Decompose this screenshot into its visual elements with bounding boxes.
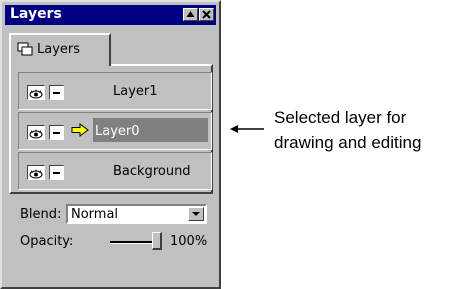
tab-layers[interactable]: Layers — [9, 33, 111, 66]
lock-toggle[interactable] — [49, 125, 64, 140]
callout-line-2: drawing and editing — [274, 133, 422, 152]
layer-row-layer0[interactable]: Layer0 — [18, 112, 212, 150]
current-layer-arrow-icon — [71, 123, 89, 137]
eye-icon — [29, 169, 43, 179]
eye-icon — [29, 89, 43, 99]
visibility-toggle[interactable] — [27, 125, 45, 140]
callout-arrow-icon — [230, 125, 264, 133]
close-button[interactable] — [199, 8, 214, 21]
layer-name: Layer1 — [113, 84, 158, 99]
lock-toggle[interactable] — [49, 165, 64, 180]
window-title: Layers — [10, 6, 62, 22]
opacity-label: Opacity: — [20, 234, 74, 249]
close-icon — [202, 10, 211, 19]
eye-icon — [29, 129, 43, 139]
chevron-down-icon[interactable] — [188, 207, 204, 221]
callout-line-1: Selected layer for — [274, 108, 407, 127]
lock-toggle[interactable] — [49, 85, 64, 100]
layer-name: Background — [113, 164, 191, 179]
minimize-button[interactable] — [183, 8, 198, 21]
triangle-up-icon — [186, 11, 195, 17]
tab-label: Layers — [37, 42, 81, 57]
visibility-toggle[interactable] — [27, 85, 45, 100]
opacity-value: 100% — [170, 234, 208, 249]
visibility-toggle[interactable] — [27, 165, 45, 180]
layer-row-layer1[interactable]: Layer1 — [18, 72, 212, 110]
layer-row-background[interactable]: Background — [18, 152, 212, 190]
blend-label: Blend: — [20, 207, 62, 222]
blend-select[interactable]: Normal — [66, 204, 207, 224]
layers-icon — [17, 42, 33, 56]
blend-value: Normal — [71, 207, 119, 222]
layers-list: Layer1 Layer0 Background — [9, 64, 213, 194]
layers-palette: Layers Layers Layer1 Layer0 Background B… — [0, 0, 221, 289]
layer-name: Layer0 — [95, 124, 140, 139]
title-bar[interactable]: Layers — [5, 5, 216, 25]
opacity-slider-thumb[interactable] — [152, 232, 162, 250]
